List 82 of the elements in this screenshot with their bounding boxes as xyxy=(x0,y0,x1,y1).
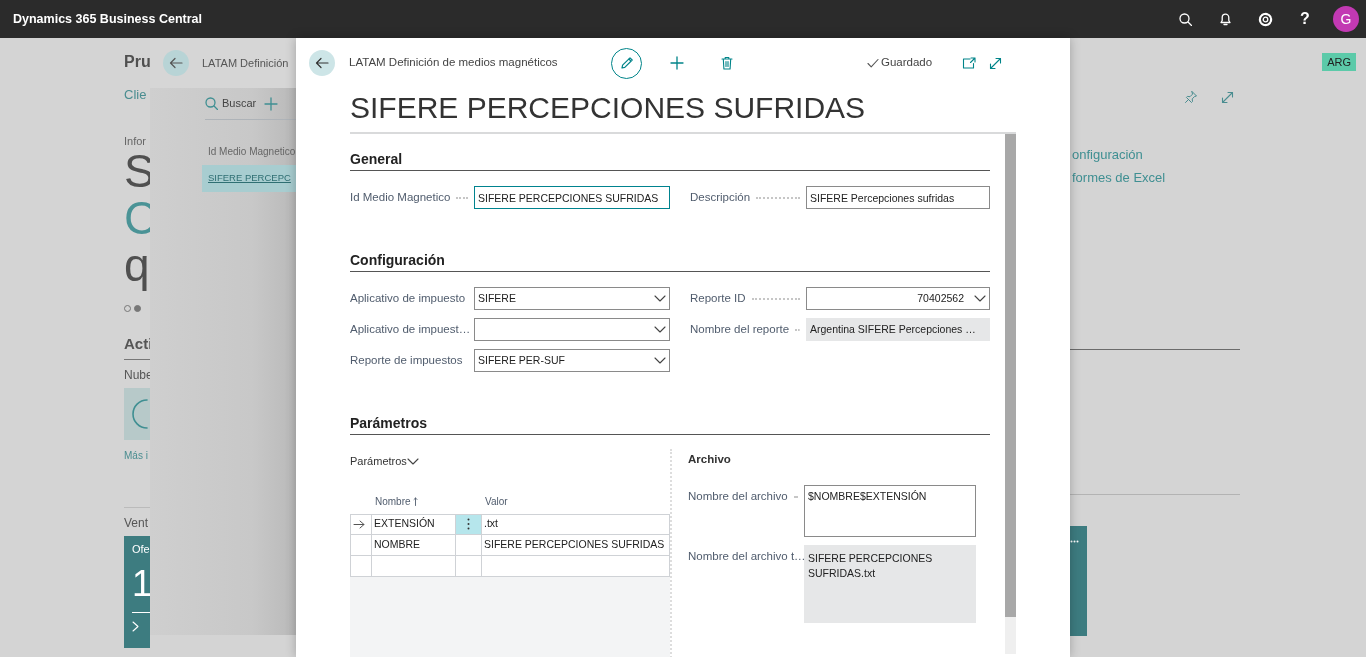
section-heading: Vent xyxy=(124,516,150,530)
field-label: Nombre del archivo t… xyxy=(688,549,806,565)
table-cell: NOMBRE xyxy=(372,534,456,556)
dropdown-field[interactable]: 70402562 xyxy=(806,287,990,310)
table-cell: .txt xyxy=(482,513,670,535)
more-options-icon xyxy=(467,518,470,530)
bell-icon xyxy=(1218,12,1232,26)
expand-icon xyxy=(988,56,1002,70)
field-label: Nombre del reporte xyxy=(690,321,790,337)
search-icon xyxy=(1178,12,1192,26)
app-title: Dynamics 365 Business Central xyxy=(13,10,202,28)
dropdown-field[interactable]: SIFERE PER-SUF xyxy=(474,349,670,372)
page-title: Pru xyxy=(124,52,150,72)
text-area[interactable]: $NOMBRE$EXTENSIÓN xyxy=(804,485,976,538)
tile-label: Ofe xyxy=(132,543,150,556)
breadcrumb: LATAM Definición de medios magnéticos xyxy=(349,55,559,71)
edit-button[interactable] xyxy=(611,47,642,79)
section-heading: General xyxy=(350,150,990,171)
expand-icon xyxy=(1220,90,1234,104)
back-button[interactable] xyxy=(163,50,189,76)
carousel-dot[interactable] xyxy=(134,304,141,312)
chevron-down-icon xyxy=(654,326,666,333)
group-heading: Archivo xyxy=(688,452,732,467)
tile-value: 1 xyxy=(132,562,150,606)
field-label: Aplicativo de impuest… xyxy=(350,321,471,337)
chevron-down-icon xyxy=(654,295,666,302)
field-label: Nombre del archivo xyxy=(688,489,788,505)
chevron-down-icon xyxy=(654,357,666,364)
settings-icon xyxy=(1257,11,1273,27)
chevron-right-icon xyxy=(132,621,139,633)
table-cell xyxy=(350,555,372,577)
part-toggle[interactable]: Parámetros xyxy=(350,453,419,470)
table-cell xyxy=(456,555,482,577)
read-only-field: Argentina SIFERE Percepciones … xyxy=(806,318,990,341)
open-in-new-window-icon xyxy=(962,57,977,69)
record-title: SIFERE PERCEPCIONES SUFRIDAS xyxy=(350,88,1016,134)
cue-tile[interactable]: Ofe 1 xyxy=(124,536,150,648)
input-field[interactable]: SIFERE PERCEPCIONES SUFRIDAS xyxy=(474,186,670,209)
saved-status: Guardado xyxy=(867,54,933,72)
table-cell xyxy=(456,534,482,556)
read-only-field: SIFERE PERCEPCIONES SUFRIDAS.txt xyxy=(804,545,976,624)
table-cell[interactable] xyxy=(456,513,482,535)
column-header[interactable]: Valor xyxy=(482,493,670,514)
search-button[interactable]: Buscar xyxy=(205,95,257,112)
record-link[interactable]: SIFERE PERCEPC xyxy=(208,171,291,186)
pencil-icon xyxy=(619,56,634,70)
section-heading: Parámetros xyxy=(350,414,990,435)
field-label: Reporte de impuestos xyxy=(350,352,463,368)
trash-icon xyxy=(721,56,733,70)
plus-icon xyxy=(670,56,684,70)
user-avatar[interactable]: G xyxy=(1333,6,1359,32)
pin-icon xyxy=(1184,90,1198,104)
table-cell: EXTENSIÓN xyxy=(372,513,456,535)
back-arrow-icon xyxy=(315,57,329,69)
field-label: Aplicativo de impuesto xyxy=(350,290,466,306)
help-button[interactable]: ? xyxy=(1285,0,1325,38)
company-badge: ARG xyxy=(1322,53,1356,71)
dropdown-field[interactable] xyxy=(474,318,670,341)
action-tile[interactable] xyxy=(124,388,150,440)
field-label: Reporte ID xyxy=(690,290,746,306)
search-icon xyxy=(205,97,218,110)
headline-text: q xyxy=(124,242,150,289)
back-button[interactable] xyxy=(309,50,335,76)
plus-icon xyxy=(264,96,279,111)
caption-text: Infor xyxy=(124,134,147,148)
column-header[interactable]: Nombre xyxy=(372,493,456,514)
scrollbar[interactable] xyxy=(1005,134,1016,654)
breadcrumb: LATAM Definición xyxy=(202,55,289,71)
table-cell: SIFERE PERCEPCIONES SUFRIDAS xyxy=(482,534,670,556)
chevron-down-icon xyxy=(974,295,986,302)
list-row[interactable]: SIFERE PERCEPC xyxy=(202,165,296,192)
cue-tile[interactable] xyxy=(1070,526,1087,636)
back-arrow-icon xyxy=(169,57,183,69)
input-field[interactable]: SIFERE Percepciones sufridas xyxy=(806,186,990,209)
field-label: Descripción xyxy=(690,189,751,205)
column-header: Id Medio Magnetico xyxy=(208,145,296,159)
row-arrow-icon xyxy=(353,519,365,529)
field-label: Id Medio Magnetico xyxy=(350,189,451,205)
chevron-down-icon xyxy=(406,457,419,465)
section-heading: Configuración xyxy=(350,251,990,272)
dropdown-field[interactable]: SIFERE xyxy=(474,287,670,310)
check-icon xyxy=(867,58,879,68)
